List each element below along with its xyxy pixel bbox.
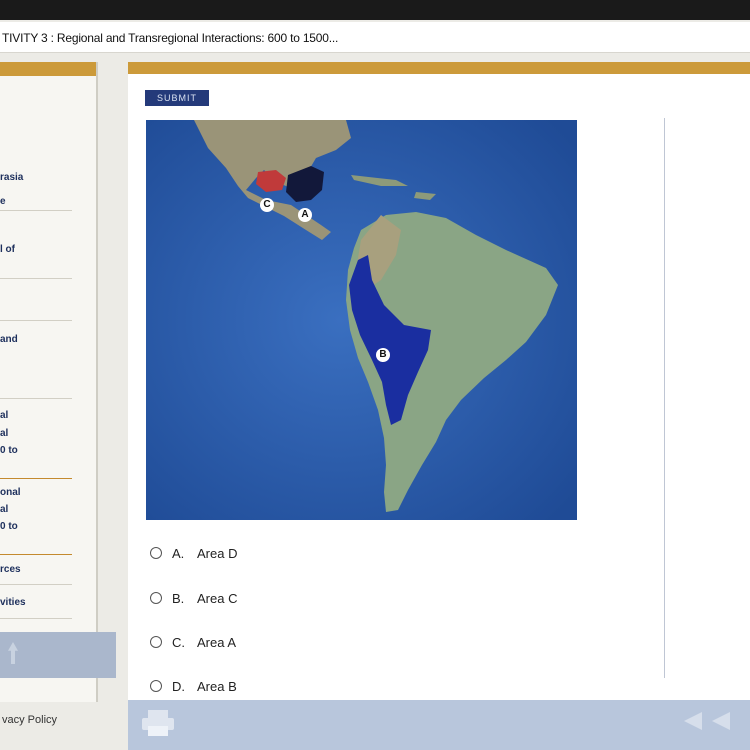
content-accent-bar — [128, 62, 750, 74]
choice-text: Area D — [197, 546, 238, 561]
sidebar-item-2[interactable]: e — [0, 196, 6, 207]
radio-button[interactable] — [150, 592, 162, 604]
sidebar-divider — [0, 320, 72, 321]
choice-letter: C. — [172, 635, 185, 650]
sidebar-nav-panel — [0, 632, 116, 678]
sidebar-item-5b[interactable]: al — [0, 428, 8, 439]
sidebar-item-1[interactable]: rasia — [0, 172, 23, 183]
sidebar-item-current-c[interactable]: 0 to — [0, 521, 18, 532]
radio-button[interactable] — [150, 636, 162, 648]
sidebar-accent-bar — [0, 62, 96, 76]
submit-button[interactable]: SUBMIT — [145, 90, 209, 106]
activity-title-bar: TIVITY 3 : Regional and Transregional In… — [0, 22, 750, 53]
sidebar-item-5[interactable]: al — [0, 410, 8, 421]
sidebar-item-3[interactable]: l of — [0, 244, 15, 255]
sidebar-divider — [0, 478, 72, 479]
sidebar-item-4[interactable]: and — [0, 334, 18, 345]
print-icon[interactable] — [140, 708, 176, 738]
sidebar-divider — [0, 278, 72, 279]
map-label-a: A — [298, 208, 312, 222]
map-label-c: C — [260, 198, 274, 212]
sidebar-divider — [0, 398, 72, 399]
sidebar-item-current-b[interactable]: al — [0, 504, 8, 515]
sidebar-item-sources[interactable]: rces — [0, 564, 21, 575]
sidebar-item-activities[interactable]: vities — [0, 597, 26, 608]
privacy-policy-link[interactable]: vacy Policy — [2, 714, 57, 726]
map-svg — [146, 120, 577, 520]
sidebar-item-current[interactable]: onal — [0, 487, 21, 498]
radio-button[interactable] — [150, 680, 162, 692]
map-image: C A B — [146, 120, 577, 520]
content-divider — [664, 118, 665, 678]
choice-letter: A. — [172, 546, 185, 561]
sidebar-divider — [0, 210, 72, 211]
bottom-toolbar — [128, 700, 750, 750]
radio-button[interactable] — [150, 547, 162, 559]
choice-letter: B. — [172, 591, 185, 606]
activity-title: TIVITY 3 : Regional and Transregional In… — [2, 31, 339, 45]
map-label-b: B — [376, 348, 390, 362]
choice-text: Area B — [197, 679, 237, 694]
sidebar-item-5c[interactable]: 0 to — [0, 445, 18, 456]
sidebar-divider — [0, 618, 72, 619]
choice-text: Area A — [197, 635, 237, 650]
sidebar-divider — [0, 554, 72, 555]
choice-letter: D. — [172, 679, 185, 694]
sidebar-divider — [0, 584, 72, 585]
choice-text: Area C — [197, 591, 238, 606]
